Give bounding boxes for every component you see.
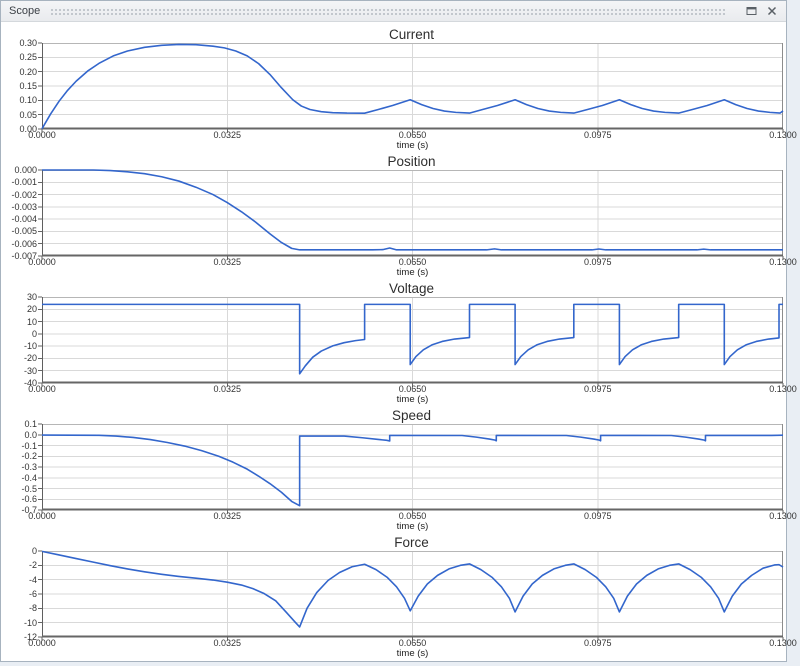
x-tick-label: 0.0000 [12,638,72,648]
plot-canvas[interactable] [42,297,783,383]
plot-voltage: Voltage3020100-10-20-30-400.00000.03250.… [1,278,786,405]
x-tick-label: 0.1300 [753,384,800,394]
y-tick-label: 20 [2,304,37,314]
y-tick-label: -0.003 [2,202,37,212]
x-tick-row: 0.00000.03250.06500.09750.1300 [2,383,786,394]
plot-area: 0.300.250.200.150.100.050.00 [2,43,786,129]
y-tick-label: -0.004 [2,214,37,224]
x-axis-label: time (s) [42,521,783,532]
plot-current: Current0.300.250.200.150.100.050.000.000… [1,24,786,151]
x-tick-label: 0.1300 [753,638,800,648]
y-tick-label: 0.25 [2,52,37,62]
x-tick-label: 0.0000 [12,130,72,140]
x-tick-label: 0.0325 [197,638,257,648]
y-tick-label: -4 [2,575,37,585]
plot-area: 0-2-4-6-8-10-12 [2,551,786,637]
x-tick-label: 0.1300 [753,257,800,267]
x-tick-label: 0.0000 [12,384,72,394]
x-tick-label: 0.1300 [753,511,800,521]
x-tick-row: 0.00000.03250.06500.09750.1300 [2,637,786,648]
x-tick-label: 0.0975 [568,511,628,521]
plot-position: Position 0.000 -0.001 -0.002 -0.003 -0.004 -0.… [1,151,786,278]
x-tick-label: 0.0000 [12,511,72,521]
plot-canvas[interactable] [42,170,783,256]
x-tick-row: 0.00000.03250.06500.09750.1300 [2,510,786,521]
x-axis-label: time (s) [42,267,783,278]
x-axis-label: time (s) [42,140,783,151]
close-button[interactable] [764,4,780,18]
x-tick-row: 0.00000.03250.06500.09750.1300 [2,256,786,267]
y-tick-label: 10 [2,317,37,327]
y-tick-label: -0.006 [2,239,37,249]
plot-area: 3020100-10-20-30-40 [2,297,786,383]
plot-title: Speed [41,405,782,424]
x-tick-label: 0.0650 [383,257,443,267]
y-tick-label: -0.002 [2,190,37,200]
x-axis-label: time (s) [42,648,783,659]
x-tick-label: 0.0650 [383,384,443,394]
x-tick-label: 0.0975 [568,257,628,267]
x-tick-label: 0.0000 [12,257,72,267]
x-tick-label: 0.0975 [568,638,628,648]
x-tick-label: 0.0975 [568,130,628,140]
y-tick-label: -30 [2,366,37,376]
plot-force: Force0-2-4-6-8-10-120.00000.03250.06500.… [1,532,786,659]
y-tick-label: -6 [2,589,37,599]
y-tick-label: -0.6 [2,494,37,504]
maximize-button[interactable] [743,4,759,18]
x-tick-row: 0.00000.03250.06500.09750.1300 [2,129,786,140]
x-tick-label: 0.0975 [568,384,628,394]
x-axis-label: time (s) [42,394,783,405]
plot-title: Current [41,24,782,43]
y-tick-label: 0.05 [2,110,37,120]
y-tick-label: -0.3 [2,462,37,472]
scope-window: Scope Current0.300.250.200.150.100.050.0… [0,0,787,662]
x-tick-label: 0.0650 [383,511,443,521]
y-tick-label: -0.001 [2,177,37,187]
y-tick-label: 0.15 [2,81,37,91]
plot-title: Force [41,532,782,551]
y-tick-label: -8 [2,603,37,613]
y-tick-label: 0.30 [2,38,37,48]
maximize-icon [746,6,757,16]
x-tick-label: 0.0325 [197,511,257,521]
drag-handle[interactable] [50,7,726,15]
y-tick-label: -0.4 [2,473,37,483]
plot-canvas[interactable] [42,424,783,510]
x-tick-label: 0.1300 [753,130,800,140]
y-tick-label: 0.1 [2,419,37,429]
plot-area: 0.10.0-0.1-0.2-0.3-0.4-0.5-0.6-0.7 [2,424,786,510]
x-tick-label: 0.0325 [197,384,257,394]
plots-container: Current0.300.250.200.150.100.050.000.000… [1,22,786,659]
x-tick-label: 0.0325 [197,257,257,267]
y-tick-label: -0.2 [2,451,37,461]
y-tick-label: -2 [2,560,37,570]
title-bar[interactable]: Scope [1,1,786,22]
y-tick-label: 0 [2,546,37,556]
y-tick-label: 30 [2,292,37,302]
y-tick-label: -0.005 [2,226,37,236]
y-tick-label: -0.5 [2,484,37,494]
y-tick-label: -10 [2,341,37,351]
plot-title: Voltage [41,278,782,297]
y-tick-label: -0.1 [2,441,37,451]
plot-area: 0.000-0.001-0.002-0.003-0.004-0.005-0.00… [2,170,786,256]
y-tick-label: -10 [2,618,37,628]
close-icon [767,6,777,16]
plot-canvas[interactable] [42,43,783,129]
y-tick-label: 0.0 [2,430,37,440]
y-tick-label: 0.000 [2,165,37,175]
x-tick-label: 0.0650 [383,130,443,140]
plot-speed: Speed0.10.0-0.1-0.2-0.3-0.4-0.5-0.6-0.70… [1,405,786,532]
plot-title: Position [41,151,782,170]
window-title: Scope [9,5,40,17]
y-tick-label: -20 [2,353,37,363]
plot-canvas[interactable] [42,551,783,637]
y-tick-label: 0.10 [2,95,37,105]
y-tick-label: 0 [2,329,37,339]
y-tick-label: 0.20 [2,67,37,77]
x-tick-label: 0.0650 [383,638,443,648]
x-tick-label: 0.0325 [197,130,257,140]
